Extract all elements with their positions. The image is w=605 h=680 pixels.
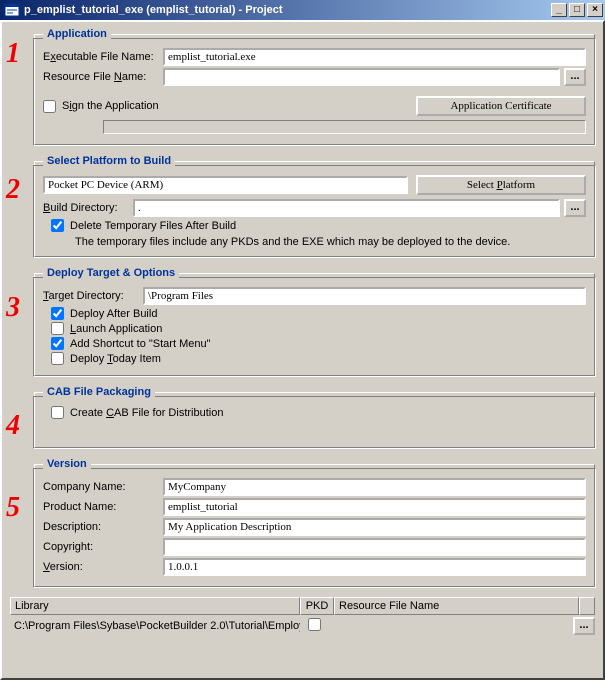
deploy-after-checkbox[interactable] xyxy=(51,307,64,320)
version-legend: Version xyxy=(43,458,91,470)
th-tail xyxy=(579,597,595,615)
company-label: Company Name: xyxy=(43,481,163,493)
app-icon xyxy=(4,2,20,18)
library-table: Library PKD Resource File Name C:\Progra… xyxy=(10,597,595,637)
temp-note: The temporary files include any PKDs and… xyxy=(43,236,586,248)
create-cab-label: Create CAB File for Distribution xyxy=(70,407,223,419)
platform-group: Select Platform to Build Select Platform… xyxy=(34,155,595,257)
annotation-4: 4 xyxy=(6,410,20,442)
build-dir-input[interactable] xyxy=(133,199,560,217)
exe-file-input[interactable] xyxy=(163,48,586,66)
launch-app-checkbox[interactable] xyxy=(51,322,64,335)
desc-label: Description: xyxy=(43,521,163,533)
copyright-label: Copyright: xyxy=(43,541,163,553)
title-bar: p_emplist_tutorial_exe (emplist_tutorial… xyxy=(0,0,605,20)
client-area: 1 2 3 4 5 Application Executable File Na… xyxy=(0,20,605,680)
today-label: Deploy Today Item xyxy=(70,353,161,365)
version-group: Version Company Name: Product Name: Desc… xyxy=(34,458,595,587)
platform-display xyxy=(43,176,408,194)
product-input[interactable] xyxy=(163,498,586,516)
product-label: Product Name: xyxy=(43,501,163,513)
today-checkbox[interactable] xyxy=(51,352,64,365)
window-title: p_emplist_tutorial_exe (emplist_tutorial… xyxy=(24,4,283,16)
version-input[interactable] xyxy=(163,558,586,576)
target-dir-label: Target Directory: xyxy=(43,290,143,302)
cab-legend: CAB File Packaging xyxy=(43,386,155,398)
annotation-1: 1 xyxy=(6,38,20,70)
build-dir-label: Build Directory: xyxy=(43,202,133,214)
resource-file-label: Resource File Name: xyxy=(43,71,163,83)
delete-temp-label: Delete Temporary Files After Build xyxy=(70,220,236,232)
shortcut-checkbox[interactable] xyxy=(51,337,64,350)
annotation-5: 5 xyxy=(6,492,20,524)
th-library[interactable]: Library xyxy=(10,597,300,615)
exe-file-label: Executable File Name: xyxy=(43,51,163,63)
sign-app-checkbox[interactable] xyxy=(43,100,56,113)
desc-input[interactable] xyxy=(163,518,586,536)
cell-path: C:\Program Files\Sybase\PocketBuilder 2.… xyxy=(10,618,300,634)
minimize-button[interactable]: _ xyxy=(551,3,567,17)
th-resource[interactable]: Resource File Name xyxy=(334,597,579,615)
table-row[interactable]: C:\Program Files\Sybase\PocketBuilder 2.… xyxy=(10,615,595,637)
company-input[interactable] xyxy=(163,478,586,496)
annotation-3: 3 xyxy=(6,292,20,324)
maximize-button[interactable]: □ xyxy=(569,3,585,17)
sign-app-label: Sign the Application xyxy=(62,100,159,112)
th-pkd[interactable]: PKD xyxy=(300,597,334,615)
application-group: Application Executable File Name: Resour… xyxy=(34,28,595,145)
cell-resource xyxy=(334,624,573,628)
app-certificate-button[interactable]: Application Certificate xyxy=(416,96,586,116)
version-label: Version: xyxy=(43,561,163,573)
close-button[interactable]: × xyxy=(587,3,603,17)
build-dir-browse-button[interactable]: ... xyxy=(564,199,586,217)
copyright-input[interactable] xyxy=(163,538,586,556)
application-legend: Application xyxy=(43,28,111,40)
row-browse-button[interactable]: ... xyxy=(573,617,595,635)
deploy-after-label: Deploy After Build xyxy=(70,308,157,320)
annotation-2: 2 xyxy=(6,174,20,206)
resource-file-input[interactable] xyxy=(163,68,560,86)
sign-progress xyxy=(103,120,586,134)
platform-legend: Select Platform to Build xyxy=(43,155,175,167)
create-cab-checkbox[interactable] xyxy=(51,406,64,419)
delete-temp-checkbox[interactable] xyxy=(51,219,64,232)
target-dir-input[interactable] xyxy=(143,287,586,305)
deploy-group: Deploy Target & Options Target Directory… xyxy=(34,267,595,376)
launch-app-label: Launch Application xyxy=(70,323,162,335)
resource-browse-button[interactable]: ... xyxy=(564,68,586,86)
shortcut-label: Add Shortcut to "Start Menu" xyxy=(70,338,211,350)
cell-pkd-checkbox[interactable] xyxy=(308,618,321,631)
select-platform-button[interactable]: Select Platform xyxy=(416,175,586,195)
cab-group: CAB File Packaging Create CAB File for D… xyxy=(34,386,595,448)
deploy-legend: Deploy Target & Options xyxy=(43,267,179,279)
